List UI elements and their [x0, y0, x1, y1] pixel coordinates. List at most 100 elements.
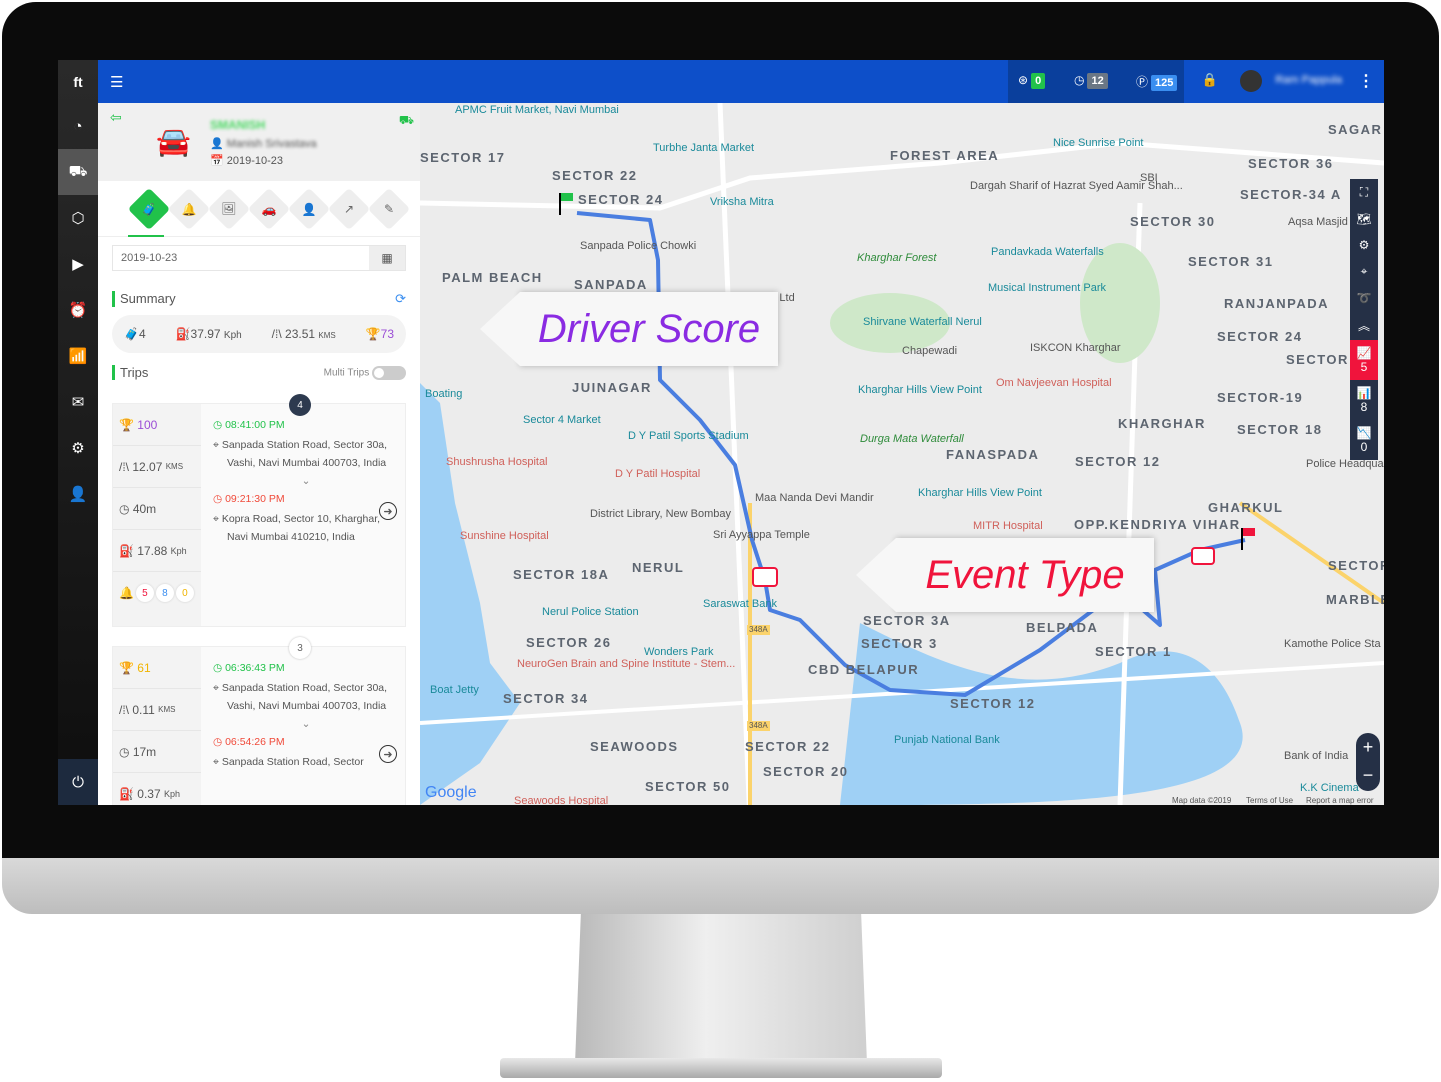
menu-icon[interactable]: ☰	[110, 73, 123, 91]
go-to-trip-icon[interactable]: ➜	[379, 502, 397, 520]
parking-counter[interactable]: Ⓟ 125	[1136, 73, 1178, 91]
user-icon[interactable]: 👤	[58, 471, 98, 517]
driver-icon: 👤	[301, 201, 317, 216]
chevrons-up-icon[interactable]: ︽	[1350, 311, 1378, 340]
map-label: SECTOR 36	[1248, 156, 1334, 171]
trips-header: Trips Multi Trips	[112, 365, 406, 380]
map-label: SECTOR 22	[552, 168, 638, 183]
map-label: OPP.KENDRIYA VIHAR	[1074, 517, 1241, 532]
route-icon[interactable]: ➰	[1350, 285, 1378, 311]
map-label: Bank of India	[1284, 750, 1349, 762]
trip-distance: /⁞\ 12.07 KMS	[113, 446, 201, 488]
map-label: SAGAR	[1328, 122, 1383, 137]
reports-icon[interactable]: 📶	[58, 333, 98, 379]
harsh-event-filter[interactable]: 📈 5	[1350, 340, 1378, 380]
tab-trips[interactable]: 🧳	[127, 187, 171, 230]
date-picker[interactable]: ▦	[112, 245, 406, 271]
trip-card[interactable]: 4 🏆 100 /⁞\ 12.07 KMS ◷ 40m ⛽ 17.88 Kph …	[112, 394, 406, 627]
avatar[interactable]	[1240, 70, 1262, 92]
trip-score: 🏆 61	[113, 647, 201, 689]
map-label: Boating	[425, 388, 463, 400]
harsh-event-marker	[752, 567, 778, 587]
map-label: NeuroGen Brain and Spine Institute - Ste…	[517, 658, 736, 670]
map-label: SECTOR 17	[420, 150, 506, 165]
map-label: D Y Patil Sports Stadium	[628, 430, 749, 442]
map-label: SECTOR 12	[1075, 454, 1161, 469]
vehicle-name: SMANISH	[210, 118, 266, 132]
fullscreen-icon[interactable]: ⛶	[1350, 179, 1378, 206]
mail-icon[interactable]: ✉	[58, 379, 98, 425]
tab-gallery[interactable]: 🖼	[207, 187, 251, 230]
map-label: SECTOR 20	[763, 764, 849, 779]
map-view[interactable]: APMC Fruit Market, Navi Mumbai SECTOR 17 S…	[420, 103, 1384, 805]
water-area	[420, 383, 520, 805]
zoom-in-button[interactable]: +	[1356, 733, 1380, 761]
map-label: Aqsa Masjid	[1288, 216, 1348, 228]
trip-card[interactable]: 3 🏆 61 /⁞\ 0.11 KMS ◷ 17m ⛽ 0.37 Kph ◷ 0…	[112, 637, 406, 805]
expand-icon[interactable]: ⌄	[213, 472, 399, 490]
luggage-icon: 🧳	[141, 201, 157, 216]
map-label: SECTOR 31	[1188, 254, 1274, 269]
monitor-base	[500, 1058, 942, 1078]
settings-icon[interactable]: ⚙	[1350, 232, 1378, 258]
lock-icon[interactable]: 🔒	[1202, 72, 1218, 88]
map-label: SECTOR 3	[861, 636, 938, 651]
trip-speed: ⛽ 0.37 Kph	[113, 773, 201, 805]
power-icon[interactable]: ⏻	[58, 759, 98, 805]
tab-vehicle[interactable]: 🚗	[247, 187, 291, 230]
map-label: Chapewadi	[902, 345, 958, 357]
car-icon: 🚗	[261, 201, 277, 216]
refresh-icon[interactable]: ⟳	[395, 291, 406, 307]
settings-icon[interactable]: ⚙	[58, 425, 98, 471]
tab-share[interactable]: ↗	[327, 187, 371, 230]
trip-alerts: 🔔 5 8 0	[113, 572, 201, 614]
map-label: PALM BEACH	[442, 270, 543, 285]
multi-trips-toggle[interactable]: Multi Trips	[324, 365, 406, 380]
map-label: K.K Cinema	[1300, 782, 1359, 794]
tab-notes[interactable]: ✎	[367, 187, 411, 230]
map-label: Nerul Police Station	[542, 606, 639, 618]
trip-count: 🧳4	[124, 327, 146, 341]
trip-speed: ⛽ 17.88 Kph	[113, 530, 201, 572]
area-chart-filter[interactable]: 📉 0	[1350, 420, 1378, 460]
go-to-trip-icon[interactable]: ➜	[379, 745, 397, 763]
map-label: NERUL	[632, 560, 685, 575]
map-label: Durga Mata Waterfall	[860, 433, 964, 445]
map-label: Kharghar Forest	[857, 252, 937, 264]
playback-icon[interactable]: ▶	[58, 241, 98, 287]
dashboard-icon[interactable]: ◔	[58, 103, 98, 149]
map-label: Sector 4 Market	[523, 414, 601, 426]
vehicles-icon[interactable]: ⛟	[58, 149, 98, 195]
user-name[interactable]: Ram Pappula	[1275, 74, 1342, 86]
summary-title: Summary	[120, 291, 176, 306]
map-label: District Library, New Bombay	[590, 508, 731, 520]
end-flag	[1243, 528, 1255, 536]
map-label: Report a map error	[1306, 796, 1374, 805]
map-label: SANPADA	[574, 277, 648, 292]
map-label: SEAWOODS	[590, 739, 679, 754]
calendar-icon[interactable]: ▦	[369, 246, 405, 270]
date-input[interactable]	[113, 246, 369, 270]
map-label: Maa Nanda Devi Mandir	[755, 492, 874, 504]
kebab-menu-icon[interactable]: ⋮	[1358, 71, 1374, 91]
map-label: Punjab National Bank	[894, 734, 1000, 746]
location-icon[interactable]: ⌖	[1350, 258, 1378, 285]
map-label: Pandavkada Waterfalls	[991, 246, 1104, 258]
bar-chart-filter[interactable]: 📊 8	[1350, 380, 1378, 420]
tab-alerts[interactable]: 🔔	[167, 187, 211, 230]
idle-counter[interactable]: ◷ 12	[1074, 73, 1108, 89]
alarm-icon[interactable]: ⏰	[58, 287, 98, 333]
expand-icon[interactable]: ⌄	[213, 715, 399, 733]
map-label: Om Navjeevan Hospital	[996, 377, 1112, 389]
geofence-icon[interactable]: ⬡	[58, 195, 98, 241]
monitor-stand	[575, 914, 867, 1064]
back-icon[interactable]: ⇦	[110, 109, 122, 126]
zoom-out-button[interactable]: −	[1356, 761, 1380, 789]
map-icon[interactable]: 🗺	[1350, 206, 1378, 232]
tab-driver[interactable]: 👤	[287, 187, 331, 230]
trip-index: 4	[289, 394, 311, 416]
vehicle-panel: ⇦ 🚘 SMANISH 👤 Manish Srivastava 📅 2019-1…	[98, 103, 420, 805]
trip-score: 🏆 100	[113, 404, 201, 446]
steering-counter[interactable]: ⊛ 0	[1018, 73, 1046, 89]
map-label: SECTOR 12	[950, 696, 1036, 711]
